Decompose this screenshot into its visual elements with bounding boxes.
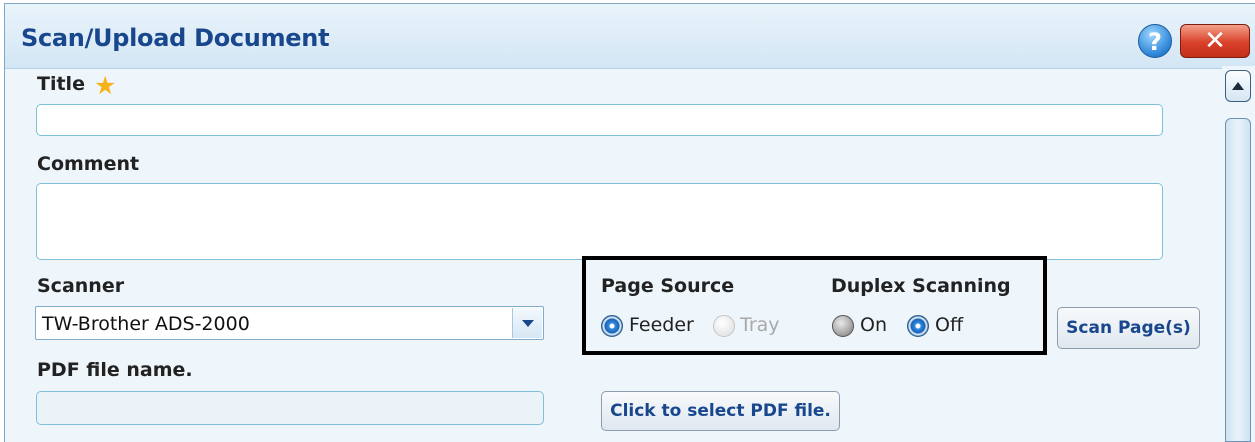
scan-pages-button[interactable]: Scan Page(s) xyxy=(1057,307,1200,349)
select-pdf-file-button[interactable]: Click to select PDF file. xyxy=(601,391,840,431)
chevron-down-icon[interactable] xyxy=(512,308,542,338)
help-icon[interactable]: ? xyxy=(1138,24,1172,58)
dialog-titlebar: Scan/Upload Document ? ✕ xyxy=(5,4,1255,69)
scanner-selected-value: TW-Brother ADS-2000 xyxy=(42,313,250,335)
duplex-off-radio-label: Off xyxy=(935,314,964,336)
feeder-radio[interactable] xyxy=(601,315,623,337)
tray-radio-label: Tray xyxy=(740,314,780,336)
required-star-icon: ★ xyxy=(94,71,117,100)
pdf-file-name-label: PDF file name. xyxy=(37,359,193,381)
close-icon[interactable]: ✕ xyxy=(1180,24,1250,58)
scanner-label: Scanner xyxy=(37,275,125,297)
scanner-select[interactable]: TW-Brother ADS-2000 xyxy=(35,306,544,340)
scrollbar-thumb[interactable] xyxy=(1225,118,1251,442)
duplex-on-radio[interactable] xyxy=(832,315,854,337)
duplex-on-radio-label: On xyxy=(860,314,887,336)
page-source-label: Page Source xyxy=(601,275,735,297)
comment-label: Comment xyxy=(37,153,140,175)
pdf-file-name-field[interactable] xyxy=(36,391,544,425)
title-label: Title xyxy=(37,73,85,95)
tray-radio xyxy=(713,315,735,337)
duplex-off-radio[interactable] xyxy=(907,315,929,337)
scan-options-highlight-box xyxy=(582,256,1047,355)
duplex-scanning-label: Duplex Scanning xyxy=(831,275,1011,297)
title-input[interactable] xyxy=(36,104,1163,136)
comment-textarea[interactable] xyxy=(36,183,1163,260)
feeder-radio-label: Feeder xyxy=(629,314,694,336)
dialog-title: Scan/Upload Document xyxy=(21,24,330,52)
scroll-up-arrow-icon[interactable] xyxy=(1225,70,1251,102)
